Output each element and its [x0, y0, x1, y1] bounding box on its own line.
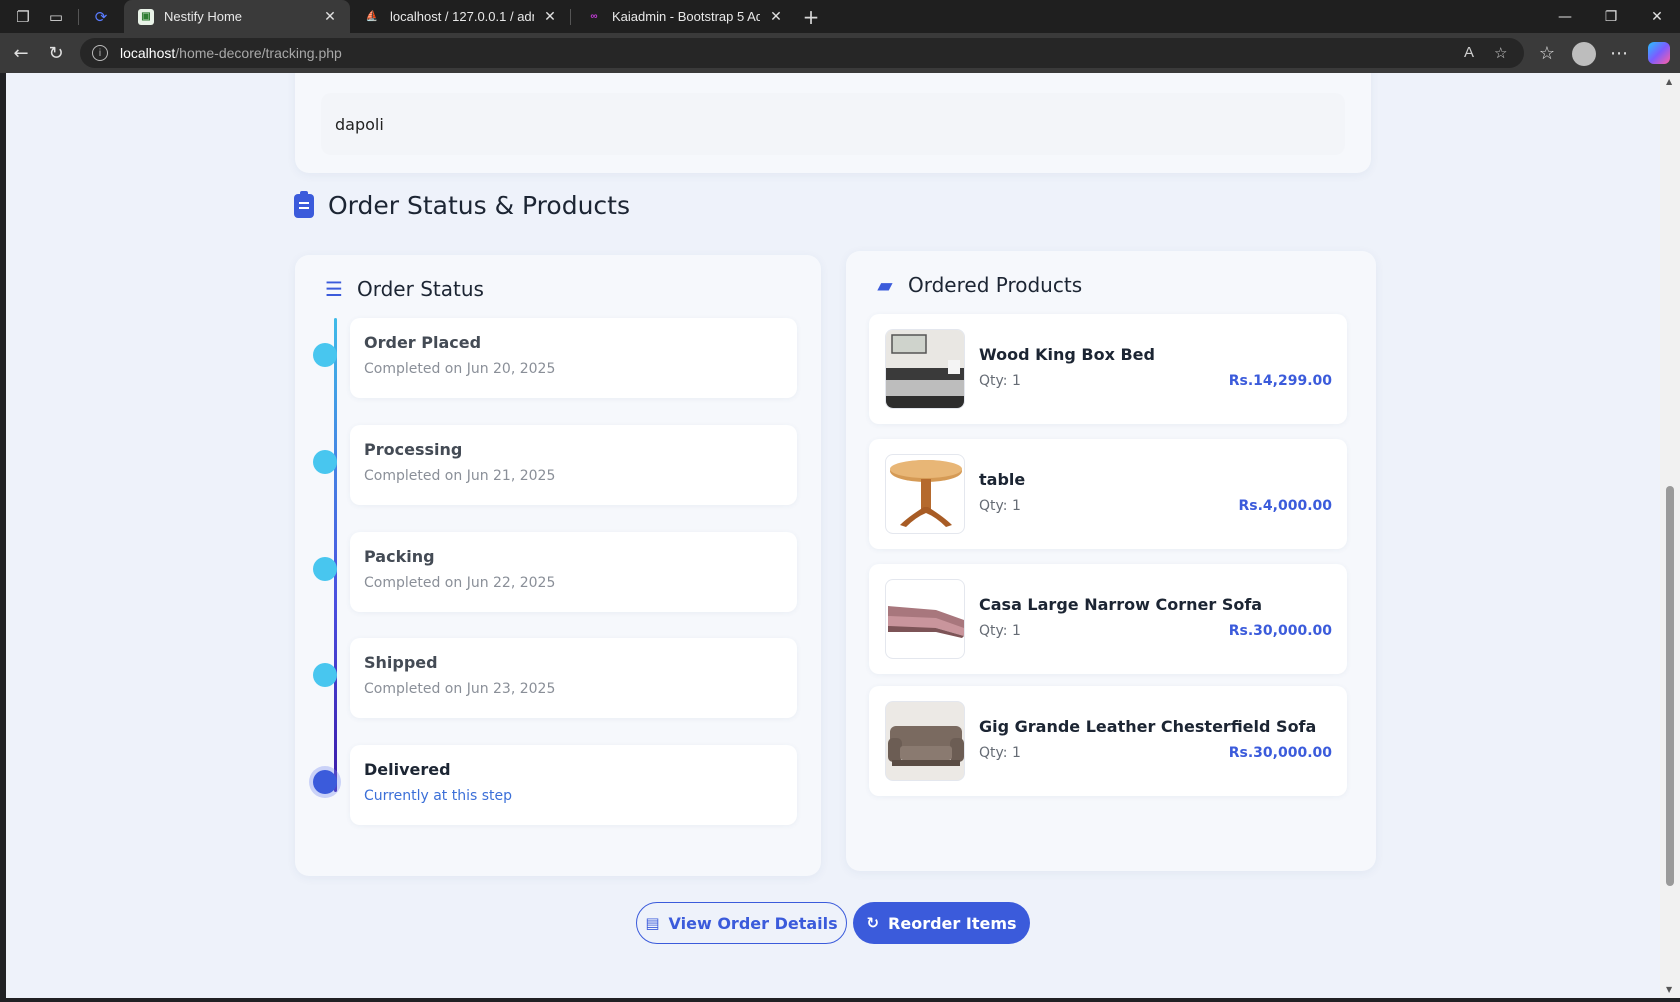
scroll-thumb[interactable] — [1666, 486, 1674, 886]
product-name: table — [979, 470, 1026, 489]
product-qty: Qty: 1 — [979, 498, 1021, 514]
minimize-icon[interactable]: — — [1542, 0, 1588, 33]
step-detail: Currently at this step — [364, 788, 513, 804]
timeline-dot — [313, 557, 337, 581]
product-image-bed — [885, 329, 965, 409]
step-detail: Completed on Jun 22, 2025 — [364, 575, 556, 591]
clipboard-list-icon — [294, 190, 314, 218]
close-tab-icon[interactable]: ✕ — [542, 8, 558, 25]
tab-actions-icon[interactable]: ▭ — [45, 6, 67, 28]
product-price: Rs.30,000.00 — [1228, 745, 1332, 761]
status-step-current: Delivered Currently at this step — [350, 745, 797, 825]
order-status-heading: ☰ Order Status — [323, 277, 484, 301]
scroll-down-icon[interactable]: ▼ — [1666, 985, 1672, 994]
step-name: Shipped — [364, 653, 438, 672]
order-status-card: ☰ Order Status Order Placed Completed on… — [295, 255, 821, 876]
tab-kaiadmin[interactable]: ∞ Kaiadmin - Bootstrap 5 Admin Da ✕ — [572, 0, 796, 33]
back-icon[interactable]: ← — [8, 41, 34, 65]
product-qty: Qty: 1 — [979, 745, 1021, 761]
product-price: Rs.14,299.00 — [1228, 373, 1332, 389]
workspaces-icon[interactable]: ❐ — [12, 6, 34, 28]
tab-nestify-home[interactable]: ▣ Nestify Home ✕ — [124, 0, 350, 33]
tab-title: localhost / 127.0.0.1 / admin_hom — [390, 9, 534, 24]
close-tab-icon[interactable]: ✕ — [768, 8, 784, 25]
product-name: Casa Large Narrow Corner Sofa — [979, 595, 1263, 614]
restore-icon[interactable]: ❐ — [1588, 0, 1634, 33]
section-title: Order Status & Products — [328, 191, 630, 220]
product-image-chesterfield-sofa — [885, 701, 965, 781]
reorder-items-label: Reorder Items — [888, 913, 1017, 933]
nestify-favicon-icon: ▣ — [138, 8, 154, 25]
product-price: Rs.4,000.00 — [1238, 498, 1332, 514]
timeline-line — [334, 318, 337, 792]
product-image-table — [885, 454, 965, 534]
more-menu-icon[interactable]: ⋯ — [1606, 41, 1632, 65]
new-tab-icon[interactable]: + — [800, 5, 822, 29]
reorder-items-button[interactable]: ↻ Reorder Items — [853, 902, 1030, 944]
tab-phpmyadmin[interactable]: ⛵ localhost / 127.0.0.1 / admin_hom ✕ — [350, 0, 570, 33]
status-step: Order Placed Completed on Jun 20, 2025 — [350, 318, 797, 398]
address-value: dapoli — [321, 93, 1345, 155]
product-item[interactable]: table Qty: 1 Rs.4,000.00 — [869, 439, 1347, 549]
shopping-bag-icon: ▰ — [877, 273, 893, 297]
step-name: Order Placed — [364, 333, 482, 352]
ordered-products-card: ▰ Ordered Products Wood King Box Bed Qty… — [846, 251, 1376, 871]
page-scrollbar[interactable]: ▲ ▼ — [1660, 73, 1680, 998]
read-aloud-icon[interactable]: A — [1464, 44, 1474, 61]
product-name: Wood King Box Bed — [979, 345, 1155, 364]
product-item[interactable]: Wood King Box Bed Qty: 1 Rs.14,299.00 — [869, 314, 1347, 424]
pinned-tab-icon[interactable]: ⟳ — [90, 6, 112, 28]
product-qty: Qty: 1 — [979, 373, 1021, 389]
status-step: Processing Completed on Jun 21, 2025 — [350, 425, 797, 505]
timeline-dot — [313, 450, 337, 474]
profile-avatar[interactable] — [1572, 42, 1596, 66]
kaiadmin-favicon-icon: ∞ — [590, 11, 598, 22]
timeline-dot — [313, 663, 337, 687]
url-host: localhost — [120, 45, 176, 61]
product-item[interactable]: Gig Grande Leather Chesterfield Sofa Qty… — [869, 686, 1347, 796]
step-name: Delivered — [364, 760, 451, 779]
ordered-products-heading: ▰ Ordered Products — [874, 273, 1082, 297]
product-qty: Qty: 1 — [979, 623, 1021, 639]
copilot-icon[interactable] — [1648, 42, 1670, 64]
product-name: Gig Grande Leather Chesterfield Sofa — [979, 717, 1317, 736]
timeline-dot — [313, 343, 337, 367]
refresh-icon[interactable]: ↻ — [43, 41, 69, 65]
url-path: /home-decore/tracking.php — [175, 45, 342, 61]
step-detail: Completed on Jun 20, 2025 — [364, 361, 556, 377]
browser-address-bar: ← ↻ i localhost/home-decore/tracking.php… — [0, 33, 1680, 73]
status-step: Shipped Completed on Jun 23, 2025 — [350, 638, 797, 718]
timeline-dot-current — [313, 770, 337, 794]
site-info-icon[interactable]: i — [92, 45, 108, 61]
step-name: Packing — [364, 547, 435, 566]
view-order-details-button[interactable]: ▤ View Order Details — [636, 902, 847, 944]
section-heading: Order Status & Products — [294, 190, 630, 220]
list-check-icon: ☰ — [325, 277, 343, 301]
url-field[interactable]: i localhost/home-decore/tracking.php A ☆ — [80, 38, 1524, 68]
product-image-corner-sofa — [885, 579, 965, 659]
order-status-title: Order Status — [357, 277, 484, 301]
phpmyadmin-favicon-icon: ⛵ — [365, 11, 379, 22]
ordered-products-title: Ordered Products — [908, 273, 1083, 297]
close-tab-icon[interactable]: ✕ — [322, 8, 338, 25]
step-detail: Completed on Jun 23, 2025 — [364, 681, 556, 697]
close-window-icon[interactable]: ✕ — [1634, 0, 1680, 33]
product-price: Rs.30,000.00 — [1228, 623, 1332, 639]
document-icon: ▤ — [645, 914, 660, 932]
delivery-address-card: ◆ dapoli — [295, 73, 1371, 173]
reorder-arrow-icon: ↻ — [866, 914, 880, 932]
favorite-star-icon[interactable]: ☆ — [1494, 44, 1507, 62]
tab-title: Kaiadmin - Bootstrap 5 Admin Da — [612, 9, 760, 24]
view-order-details-label: View Order Details — [668, 913, 838, 933]
browser-tab-bar: ❐ ▭ ⟳ ▣ Nestify Home ✕ ⛵ localhost / 127… — [0, 0, 1680, 33]
product-item[interactable]: Casa Large Narrow Corner Sofa Qty: 1 Rs.… — [869, 564, 1347, 674]
status-step: Packing Completed on Jun 22, 2025 — [350, 532, 797, 612]
page-viewport: ◆ dapoli Order Status & Products ☰ Order… — [6, 73, 1660, 998]
step-detail: Completed on Jun 21, 2025 — [364, 468, 556, 484]
step-name: Processing — [364, 440, 463, 459]
tab-title: Nestify Home — [164, 9, 243, 24]
favorites-icon[interactable]: ☆ — [1534, 41, 1560, 65]
scroll-up-icon[interactable]: ▲ — [1666, 77, 1672, 86]
